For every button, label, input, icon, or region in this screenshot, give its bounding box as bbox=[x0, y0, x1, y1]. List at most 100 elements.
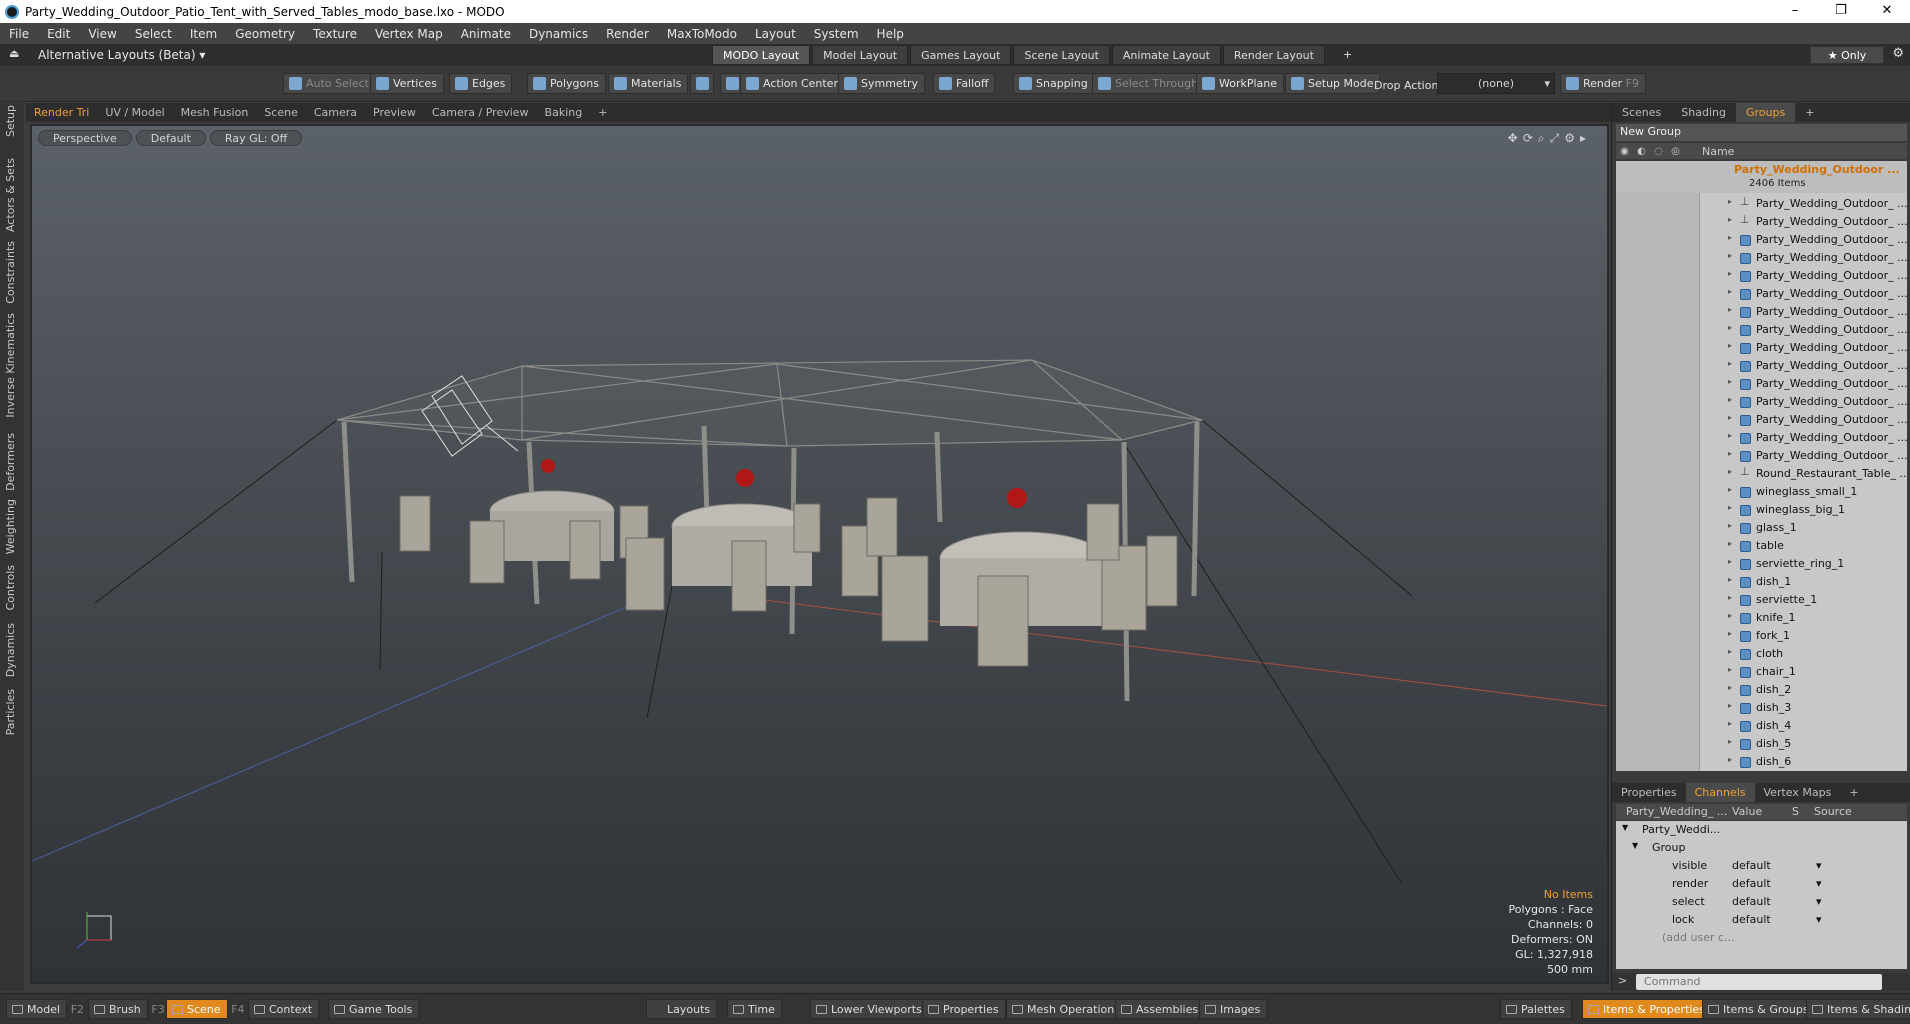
add-viewport-tab-icon[interactable]: + bbox=[590, 103, 615, 122]
group-item-row[interactable]: ▸ Party_Wedding_Outdoor_ ... bbox=[1616, 285, 1907, 303]
snapping-button[interactable]: Snapping bbox=[1013, 73, 1095, 94]
menu-item[interactable]: Item bbox=[181, 27, 226, 41]
group-item-row[interactable]: ▸ ⊥ Party_Wedding_Outdoor_ ... bbox=[1616, 213, 1907, 231]
side-tab-deformers[interactable]: Deformers bbox=[4, 433, 17, 491]
tab-mesh-fusion[interactable]: Mesh Fusion bbox=[173, 103, 257, 122]
expand-arrow-icon[interactable]: ▸ bbox=[1728, 539, 1732, 548]
render-toggle-icon[interactable]: ◐ bbox=[1633, 146, 1650, 157]
palettes-button[interactable]: Palettes bbox=[1500, 999, 1572, 1019]
group-item-row[interactable]: ▸ Party_Wedding_Outdoor_ ... bbox=[1616, 429, 1907, 447]
side-tab-inverse-kinematics[interactable]: Inverse Kinematics bbox=[4, 313, 17, 418]
expand-arrow-icon[interactable]: ▸ bbox=[1728, 341, 1732, 350]
group-item-row[interactable]: ▸ table bbox=[1616, 537, 1907, 555]
close-icon[interactable]: ✕ bbox=[1864, 0, 1910, 23]
group-item-row[interactable]: ▸ Party_Wedding_Outdoor_ ... bbox=[1616, 249, 1907, 267]
expand-arrow-icon[interactable]: ▸ bbox=[1728, 467, 1732, 476]
expand-arrow-icon[interactable]: ▸ bbox=[1728, 611, 1732, 620]
expand-arrow-icon[interactable]: ▸ bbox=[1728, 215, 1732, 224]
upload-icon[interactable]: ⏏ bbox=[9, 47, 19, 60]
expand-arrow-icon[interactable]: ▸ bbox=[1728, 665, 1732, 674]
expand-arrow-icon[interactable]: ▸ bbox=[1728, 413, 1732, 422]
expand-arrow-icon[interactable]: ▸ bbox=[1728, 701, 1732, 710]
group-item-row[interactable]: ▸ Party_Wedding_Outdoor_ ... bbox=[1616, 357, 1907, 375]
group-item-row[interactable]: ▸ dish_1 bbox=[1616, 573, 1907, 591]
channels-group-row[interactable]: ▼ Group bbox=[1616, 839, 1907, 857]
expand-arrow-icon[interactable]: ▸ bbox=[1728, 647, 1732, 656]
tab-model-layout[interactable]: Model Layout bbox=[812, 45, 909, 65]
expand-arrow-icon[interactable]: ▸ bbox=[1728, 377, 1732, 386]
tab-scene-layout[interactable]: Scene Layout bbox=[1013, 45, 1110, 65]
menu-system[interactable]: System bbox=[805, 27, 868, 41]
item-mode-button[interactable] bbox=[690, 73, 714, 94]
expand-arrow-icon[interactable]: ▸ bbox=[1728, 197, 1732, 206]
expand-arrow-icon[interactable]: ▸ bbox=[1728, 305, 1732, 314]
tab-channels[interactable]: Channels bbox=[1685, 783, 1755, 802]
tab-uv-model[interactable]: UV / Model bbox=[97, 103, 172, 122]
channels-list[interactable]: ▼ Party_Weddi... ▼ Group visible default ▾ r… bbox=[1616, 821, 1907, 969]
raygl-toggle[interactable]: Ray GL: Off bbox=[209, 130, 303, 146]
expand-arrow-icon[interactable]: ▸ bbox=[1728, 503, 1732, 512]
lower-viewports-button[interactable]: Lower Viewports bbox=[810, 999, 929, 1019]
add-channels-tab-icon[interactable]: + bbox=[1840, 783, 1867, 802]
vertices-button[interactable]: Vertices bbox=[370, 73, 444, 94]
falloff-button[interactable]: Falloff bbox=[933, 73, 996, 94]
group-item-row[interactable]: ▸ glass_1 bbox=[1616, 519, 1907, 537]
group-item-row[interactable]: ▸ dish_2 bbox=[1616, 681, 1907, 699]
scene-mode-button[interactable]: Scene F4 bbox=[166, 999, 245, 1019]
group-item-row[interactable]: ▸ Party_Wedding_Outdoor_ ... bbox=[1616, 303, 1907, 321]
expand-arrow-icon[interactable]: ▸ bbox=[1728, 683, 1732, 692]
drop-action-select[interactable]: (none) bbox=[1437, 73, 1555, 94]
group-item-list[interactable]: Party_Wedding_Outdoor ... 2406 Items ▸ ⊥ P… bbox=[1616, 161, 1907, 771]
group-item-row[interactable]: ▸ dish_3 bbox=[1616, 699, 1907, 717]
expand-arrow-icon[interactable]: ▸ bbox=[1728, 629, 1732, 638]
materials-button[interactable]: Materials bbox=[608, 73, 689, 94]
add-panel-tab-icon[interactable]: + bbox=[1795, 103, 1824, 122]
group-item-row[interactable]: ▸ chair_1 bbox=[1616, 663, 1907, 681]
tab-camera[interactable]: Camera bbox=[306, 103, 365, 122]
group-item-row[interactable]: ▸ Party_Wedding_Outdoor_ ... bbox=[1616, 231, 1907, 249]
side-tab-weighting[interactable]: Weighting bbox=[4, 499, 17, 554]
action-center-button[interactable]: Action Center bbox=[740, 73, 845, 94]
menu-dynamics[interactable]: Dynamics bbox=[520, 27, 597, 41]
group-item-row[interactable]: ▸ dish_4 bbox=[1616, 717, 1907, 735]
expand-arrow-icon[interactable]: ▸ bbox=[1728, 251, 1732, 260]
group-item-row[interactable]: ▸ serviette_ring_1 bbox=[1616, 555, 1907, 573]
menu-edit[interactable]: Edit bbox=[38, 27, 79, 41]
expand-arrow-icon[interactable]: ▸ bbox=[1728, 485, 1732, 494]
group-item-row[interactable]: ▸ Party_Wedding_Outdoor_ ... bbox=[1616, 411, 1907, 429]
add-layout-icon[interactable]: + bbox=[1333, 45, 1362, 65]
expand-arrow-icon[interactable]: ▸ bbox=[1728, 575, 1732, 584]
restore-icon[interactable]: ❐ bbox=[1818, 0, 1864, 23]
tab-games-layout[interactable]: Games Layout bbox=[910, 45, 1012, 65]
edges-button[interactable]: Edges bbox=[449, 73, 513, 94]
layouts-button[interactable]: Layouts bbox=[646, 999, 718, 1019]
group-item-row[interactable]: ▸ Party_Wedding_Outdoor_ ... bbox=[1616, 393, 1907, 411]
group-item-row[interactable]: ▸ wineglass_small_1 bbox=[1616, 483, 1907, 501]
expand-arrow-icon[interactable]: ▸ bbox=[1728, 431, 1732, 440]
brush-mode-button[interactable]: Brush F3 bbox=[88, 999, 165, 1019]
group-item-row[interactable]: ▸ Party_Wedding_Outdoor_ ... bbox=[1616, 321, 1907, 339]
select-toggle-icon[interactable]: ◌ bbox=[1650, 146, 1667, 157]
group-item-row[interactable]: ▸ wineglass_big_1 bbox=[1616, 501, 1907, 519]
expand-arrow-icon[interactable]: ▸ bbox=[1728, 737, 1732, 746]
alternative-layouts-dropdown[interactable]: Alternative Layouts (Beta) ▾ bbox=[38, 48, 205, 62]
assemblies-button[interactable]: Assemblies bbox=[1115, 999, 1206, 1019]
group-item-row[interactable]: ▸ Party_Wedding_Outdoor_ ... bbox=[1616, 375, 1907, 393]
channel-lock-row[interactable]: lock default ▾ bbox=[1616, 911, 1907, 929]
expand-arrow-icon[interactable]: ▸ bbox=[1728, 233, 1732, 242]
group-item-row[interactable]: ▸ ⊥ Round_Restaurant_Table_ ... bbox=[1616, 465, 1907, 483]
tab-render-tri[interactable]: Render Tri bbox=[26, 103, 97, 122]
group-item-row[interactable]: ▸ dish_6 bbox=[1616, 753, 1907, 771]
menu-file[interactable]: File bbox=[0, 27, 38, 41]
expand-arrow-icon[interactable]: ▸ bbox=[1728, 755, 1732, 764]
group-item-row[interactable]: ▸ Party_Wedding_Outdoor_ ... bbox=[1616, 339, 1907, 357]
menu-maxtomodo[interactable]: MaxToModo bbox=[658, 27, 746, 41]
side-tab-constraints[interactable]: Constraints bbox=[4, 241, 17, 304]
tab-properties[interactable]: Properties bbox=[1612, 783, 1686, 802]
expand-arrow-icon[interactable]: ▸ bbox=[1728, 395, 1732, 404]
context-mode-button[interactable]: Context bbox=[248, 999, 320, 1019]
group-item-row[interactable]: ▸ ⊥ Party_Wedding_Outdoor_ ... bbox=[1616, 195, 1907, 213]
workplane-button[interactable]: WorkPlane bbox=[1196, 73, 1285, 94]
menu-select[interactable]: Select bbox=[126, 27, 181, 41]
tab-modo-layout[interactable]: MODO Layout bbox=[712, 45, 811, 65]
